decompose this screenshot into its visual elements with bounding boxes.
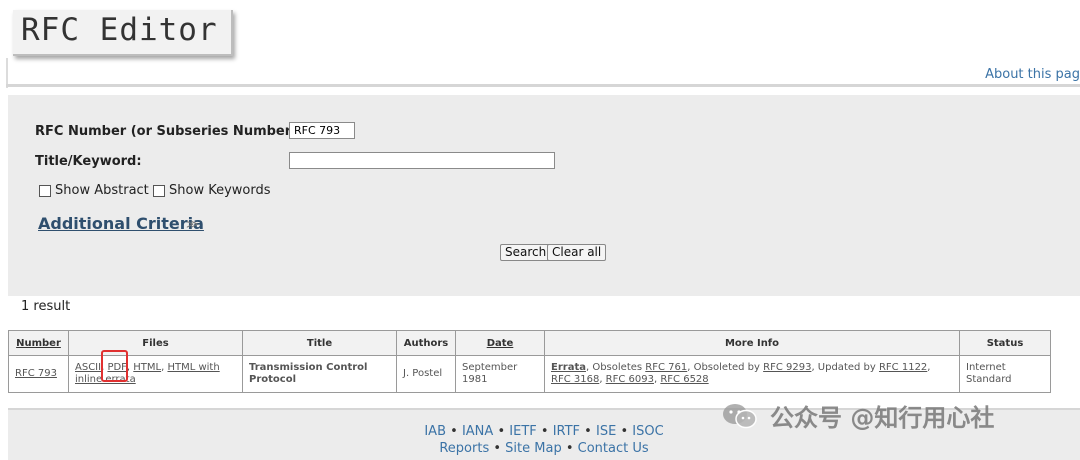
pdf-highlight-box [101,350,128,382]
show-abstract-label: Show Abstract [55,183,149,198]
header-divider [6,84,1080,87]
footer-link-iab[interactable]: IAB [424,424,446,439]
footer-link-iana[interactable]: IANA [462,424,493,439]
title-cell: Transmission Control Protocol [242,355,397,393]
obsoletes-link[interactable]: RFC 761 [645,362,687,373]
status-cell: Internet Standard [959,355,1051,393]
updated-by-link[interactable]: RFC 1122 [879,362,927,373]
show-keywords-checkbox[interactable]: Show Keywords [153,183,271,198]
column-header-status: Status [959,330,1051,356]
site-logo[interactable]: RFC Editor [13,10,233,56]
updated-by-link[interactable]: RFC 6093 [606,374,654,385]
footer-link-reports[interactable]: Reports [439,441,489,456]
checkbox-icon[interactable] [39,184,51,197]
about-link[interactable]: About this pag [985,67,1080,82]
watermark-text: 公众号 @知行用心社 [770,404,995,432]
show-keywords-label: Show Keywords [169,183,271,198]
column-header-date[interactable]: Date [455,330,545,356]
obsoleted-by-label: , Obsoleted by [687,362,764,373]
rfc-number-label: RFC Number (or Subseries Number): [35,124,303,139]
bullet-separator: • [450,424,458,439]
show-abstract-checkbox[interactable]: Show Abstract [39,183,149,198]
obsoleted-by-link[interactable]: RFC 9293 [763,362,811,373]
updated-by-link[interactable]: RFC 6528 [660,374,708,385]
footer-link-site-map[interactable]: Site Map [505,441,562,456]
column-header-files: Files [68,330,243,356]
rfc-number-cell: RFC 793 [8,355,69,393]
search-button[interactable]: Search [500,244,552,261]
additional-criteria-toggle[interactable]: Additional Criteria [38,214,204,233]
bullet-separator: • [497,424,506,439]
column-header-authors: Authors [396,330,456,356]
results-header-row: Number Files Title Authors Date More Inf… [8,330,1051,356]
date-cell: September 1981 [455,355,545,393]
bullet-separator: • [493,441,502,456]
html-link[interactable]: HTML [133,362,161,373]
footer-link-ietf[interactable]: IETF [509,424,536,439]
title-keyword-label: Title/Keyword: [35,154,142,169]
rfc-number-link[interactable]: RFC 793 [15,368,57,379]
updated-by-link[interactable]: RFC 3168 [551,374,599,385]
bullet-separator: • [565,441,574,456]
watermark: 公众号 @知行用心社 [722,398,994,433]
wechat-icon [722,402,758,430]
footer-link-contact-us[interactable]: Contact Us [578,441,649,456]
files-cell: ASCII, PDF, HTML, HTML with inline errata [68,355,243,393]
checkbox-icon[interactable] [153,184,165,197]
double-chevron-down-icon[interactable]: ≫ [186,217,199,231]
footer-link-isoc[interactable]: ISOC [632,424,663,439]
footer-links-row-2: Reports • Site Map • Contact Us [8,441,1080,456]
errata-link[interactable]: Errata [551,362,586,373]
table-row: RFC 793 ASCII, PDF, HTML, HTML with inlin… [8,355,1051,393]
rfc-number-input[interactable] [289,122,355,139]
ascii-link[interactable]: ASCII [75,362,101,373]
authors-cell: J. Postel [396,355,456,393]
updated-by-label: , Updated by [811,362,879,373]
obsoletes-label: , Obsoletes [585,362,646,373]
title-keyword-input[interactable] [289,152,555,169]
footer-link-irtf[interactable]: IRTF [553,424,580,439]
result-count: 1 result [21,299,71,314]
bullet-separator: • [620,424,629,439]
bullet-separator: • [540,424,549,439]
column-header-number[interactable]: Number [8,330,69,356]
bullet-separator: • [584,424,592,439]
column-header-title: Title [242,330,397,356]
clear-all-button[interactable]: Clear all [547,244,607,261]
logo-text: RFC Editor [21,12,218,48]
footer-link-ise[interactable]: ISE [596,424,616,439]
results-table: Number Files Title Authors Date More Inf… [8,330,1051,393]
more-info-cell: Errata, Obsoletes RFC 761, Obsoleted by … [544,355,960,393]
column-header-more-info: More Info [544,330,960,356]
search-panel: RFC Number (or Subseries Number): Title/… [8,95,1080,296]
